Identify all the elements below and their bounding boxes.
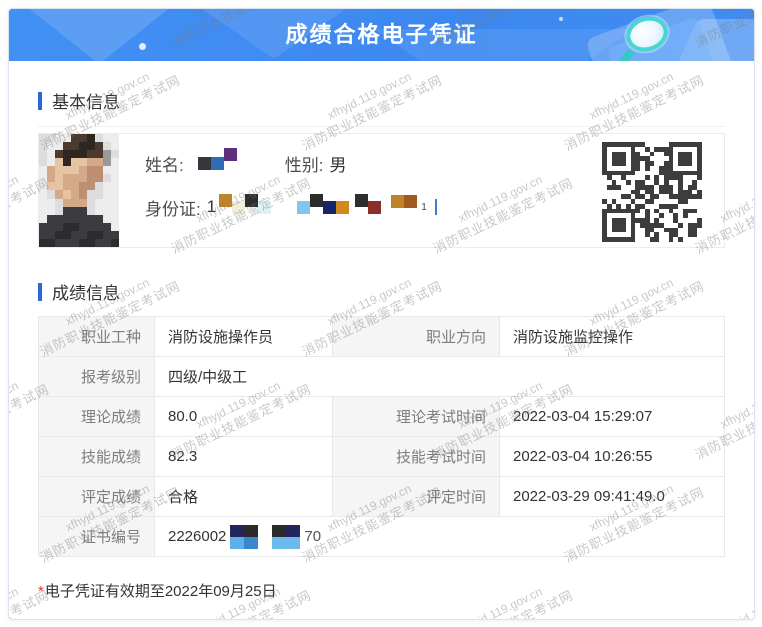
id-visible-tail: 1 xyxy=(421,201,427,213)
basic-info-title: 基本信息 xyxy=(52,93,120,112)
assessment-value: 合格 xyxy=(154,476,333,517)
table-row: 报考级别 四级/中级工 xyxy=(38,356,725,397)
direction-value: 消防设施监控操作 xyxy=(499,316,725,357)
page-title: 成绩合格电子凭证 xyxy=(285,22,478,47)
validity-note: *电子凭证有效期至2022年09月25日 xyxy=(38,580,725,601)
theory-score-label: 理论成绩 xyxy=(38,396,155,437)
redacted-name-blocks xyxy=(197,147,237,170)
required-asterisk: * xyxy=(38,583,44,600)
redacted-cert-blocks xyxy=(230,524,301,549)
page-header: 成绩合格电子凭证 xyxy=(9,9,754,61)
gender-label: 性别: xyxy=(284,155,324,175)
theory-time-label: 理论考试时间 xyxy=(332,396,500,437)
occupation-value: 消防设施操作员 xyxy=(154,316,333,357)
name-label: 姓名: xyxy=(145,155,184,175)
cert-number-value: 2226002 70 xyxy=(154,516,725,557)
section-accent-bar xyxy=(38,282,42,301)
table-row: 技能成绩 82.3 技能考试时间 2022-03-04 10:26:55 xyxy=(38,436,725,477)
id-visible-digit: 1 xyxy=(206,197,217,216)
skill-score-label: 技能成绩 xyxy=(38,436,155,477)
cert-number-suffix: 70 xyxy=(304,528,322,545)
gender-value: 男 xyxy=(329,155,347,175)
basic-info-section-header: 基本信息 xyxy=(38,61,725,113)
skill-time-value: 2022-03-04 10:26:55 xyxy=(499,436,725,477)
redacted-id-blocks xyxy=(219,193,272,214)
section-divider xyxy=(38,126,725,127)
basic-fields: 姓名: 性别: 男 身份证: 1 1 xyxy=(119,134,437,247)
assessment-label: 评定成绩 xyxy=(38,476,155,517)
table-row: 理论成绩 80.0 理论考试时间 2022-03-04 15:29:07 xyxy=(38,396,725,437)
qr-code xyxy=(602,142,702,242)
cert-number-prefix: 2226002 xyxy=(168,528,227,545)
validity-text: 电子凭证有效期至2022年09月25日 xyxy=(44,583,277,600)
assessment-time-label: 评定时间 xyxy=(332,476,500,517)
level-label: 报考级别 xyxy=(38,356,155,397)
table-row: 评定成绩 合格 评定时间 2022-03-29 09:41:49.0 xyxy=(38,476,725,517)
skill-score-value: 82.3 xyxy=(154,436,333,477)
certificate-card: 成绩合格电子凭证 基本信息 姓名: 性别: 男 身份证: 1 1 成绩信息 职业… xyxy=(8,8,755,620)
redacted-id-blocks xyxy=(391,194,418,214)
occupation-label: 职业工种 xyxy=(38,316,155,357)
table-row: 职业工种 消防设施操作员 职业方向 消防设施监控操作 xyxy=(38,316,725,357)
cert-number-label: 证书编号 xyxy=(38,516,155,557)
applicant-photo xyxy=(39,134,119,247)
redacted-id-blocks xyxy=(297,193,382,214)
table-row: 证书编号 2226002 70 xyxy=(38,516,725,557)
score-info-title: 成绩信息 xyxy=(52,284,120,303)
text-cursor xyxy=(434,199,437,215)
assessment-time-value: 2022-03-29 09:41:49.0 xyxy=(499,476,725,517)
level-value: 四级/中级工 xyxy=(154,356,725,397)
skill-time-label: 技能考试时间 xyxy=(332,436,500,477)
theory-time-value: 2022-03-04 15:29:07 xyxy=(499,396,725,437)
score-section-header: 成绩信息 xyxy=(38,248,725,304)
section-accent-bar xyxy=(38,91,42,110)
score-table: 职业工种 消防设施操作员 职业方向 消防设施监控操作 报考级别 四级/中级工 理… xyxy=(38,316,725,557)
direction-label: 职业方向 xyxy=(332,316,500,357)
theory-score-value: 80.0 xyxy=(154,396,333,437)
id-label: 身份证: xyxy=(145,199,201,219)
basic-info-panel: 姓名: 性别: 男 身份证: 1 1 xyxy=(38,133,725,248)
